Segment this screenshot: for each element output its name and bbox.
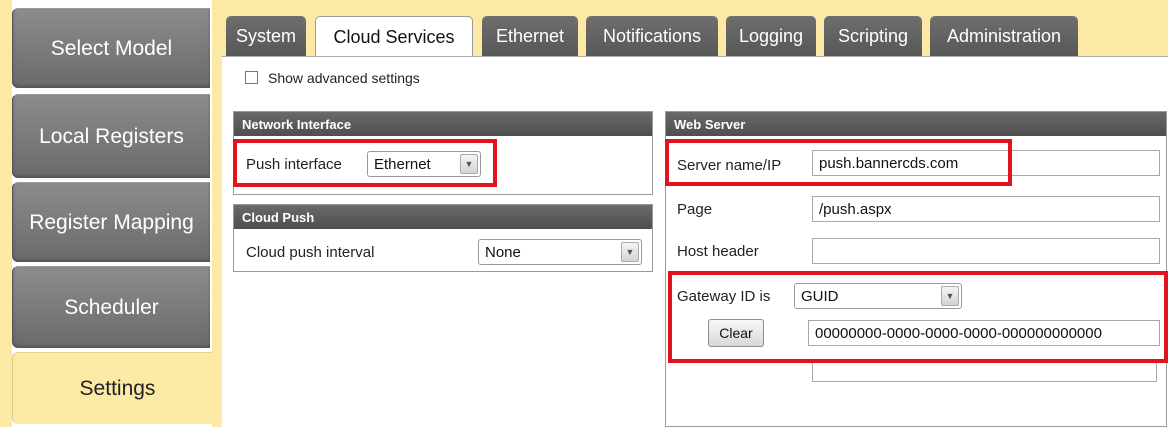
input-value: /push.aspx [819, 200, 892, 218]
extra-field[interactable] [812, 360, 1157, 382]
panel-title: Cloud Push [242, 209, 315, 225]
tab-scripting[interactable]: Scripting [824, 16, 922, 56]
sidebar-item-register-mapping[interactable]: Register Mapping [12, 182, 210, 262]
advanced-settings-label: Show advanced settings [268, 70, 420, 86]
advanced-settings-checkbox[interactable] [245, 71, 258, 84]
host-header-input[interactable] [812, 238, 1160, 264]
tab-label: Logging [738, 25, 804, 46]
tab-label: Cloud Services [333, 27, 455, 47]
input-value: 00000000-0000-0000-0000-000000000000 [815, 324, 1102, 342]
gateway-id-select[interactable]: GUID ▼ [794, 283, 962, 309]
sidebar-item-label: Settings [79, 376, 156, 400]
chevron-down-icon: ▼ [621, 242, 639, 262]
tab-logging[interactable]: Logging [726, 16, 816, 56]
nav-background [0, 0, 12, 427]
page-input[interactable]: /push.aspx [812, 196, 1160, 222]
tab-administration[interactable]: Administration [930, 16, 1078, 56]
tab-ethernet[interactable]: Ethernet [482, 16, 578, 56]
server-name-input[interactable]: push.bannercds.com [812, 150, 1160, 176]
chevron-down-icon: ▼ [941, 286, 959, 306]
select-value: None [485, 243, 521, 261]
tab-cloud-services[interactable]: Cloud Services [315, 16, 473, 58]
tab-label: Administration [946, 25, 1062, 46]
tab-label: System [235, 25, 296, 46]
sidebar-item-label: Select Model [50, 36, 173, 60]
tab-system[interactable]: System [226, 16, 306, 56]
server-name-label: Server name/IP [677, 157, 782, 174]
sidebar-item-settings[interactable]: Settings [12, 352, 222, 424]
sidebar-item-label: Local Registers [39, 124, 184, 148]
sidebar-item-local-registers[interactable]: Local Registers [12, 94, 210, 178]
tab-notifications[interactable]: Notifications [586, 16, 718, 56]
button-label: Clear [719, 325, 753, 341]
push-interface-select[interactable]: Ethernet ▼ [367, 151, 481, 177]
tab-label: Notifications [602, 25, 702, 46]
select-value: GUID [801, 287, 839, 305]
web-server-header: Web Server [666, 112, 1166, 136]
panel-title: Web Server [674, 116, 746, 132]
sidebar-item-select-model[interactable]: Select Model [12, 8, 210, 88]
tab-label: Scripting [837, 25, 909, 46]
push-interface-label: Push interface [246, 156, 342, 173]
input-value: push.bannercds.com [819, 154, 959, 172]
panel-title: Network Interface [242, 116, 352, 132]
page-label: Page [677, 201, 713, 218]
chevron-down-icon: ▼ [460, 154, 478, 174]
clear-button[interactable]: Clear [708, 319, 764, 347]
cloud-push-interval-label: Cloud push interval [246, 244, 375, 261]
cloud-push-interval-select[interactable]: None ▼ [478, 239, 642, 265]
host-header-label: Host header [677, 243, 759, 260]
tab-label: Ethernet [495, 25, 565, 46]
network-interface-header: Network Interface [234, 112, 652, 136]
select-value: Ethernet [374, 155, 431, 173]
gateway-id-label: Gateway ID is [677, 288, 771, 305]
sidebar-item-label: Scheduler [64, 295, 159, 319]
content-frame [212, 0, 222, 427]
cloud-push-header: Cloud Push [234, 205, 652, 229]
gateway-id-input[interactable]: 00000000-0000-0000-0000-000000000000 [808, 320, 1160, 346]
sidebar-item-label: Register Mapping [29, 210, 194, 234]
sidebar-item-scheduler[interactable]: Scheduler [12, 266, 210, 348]
